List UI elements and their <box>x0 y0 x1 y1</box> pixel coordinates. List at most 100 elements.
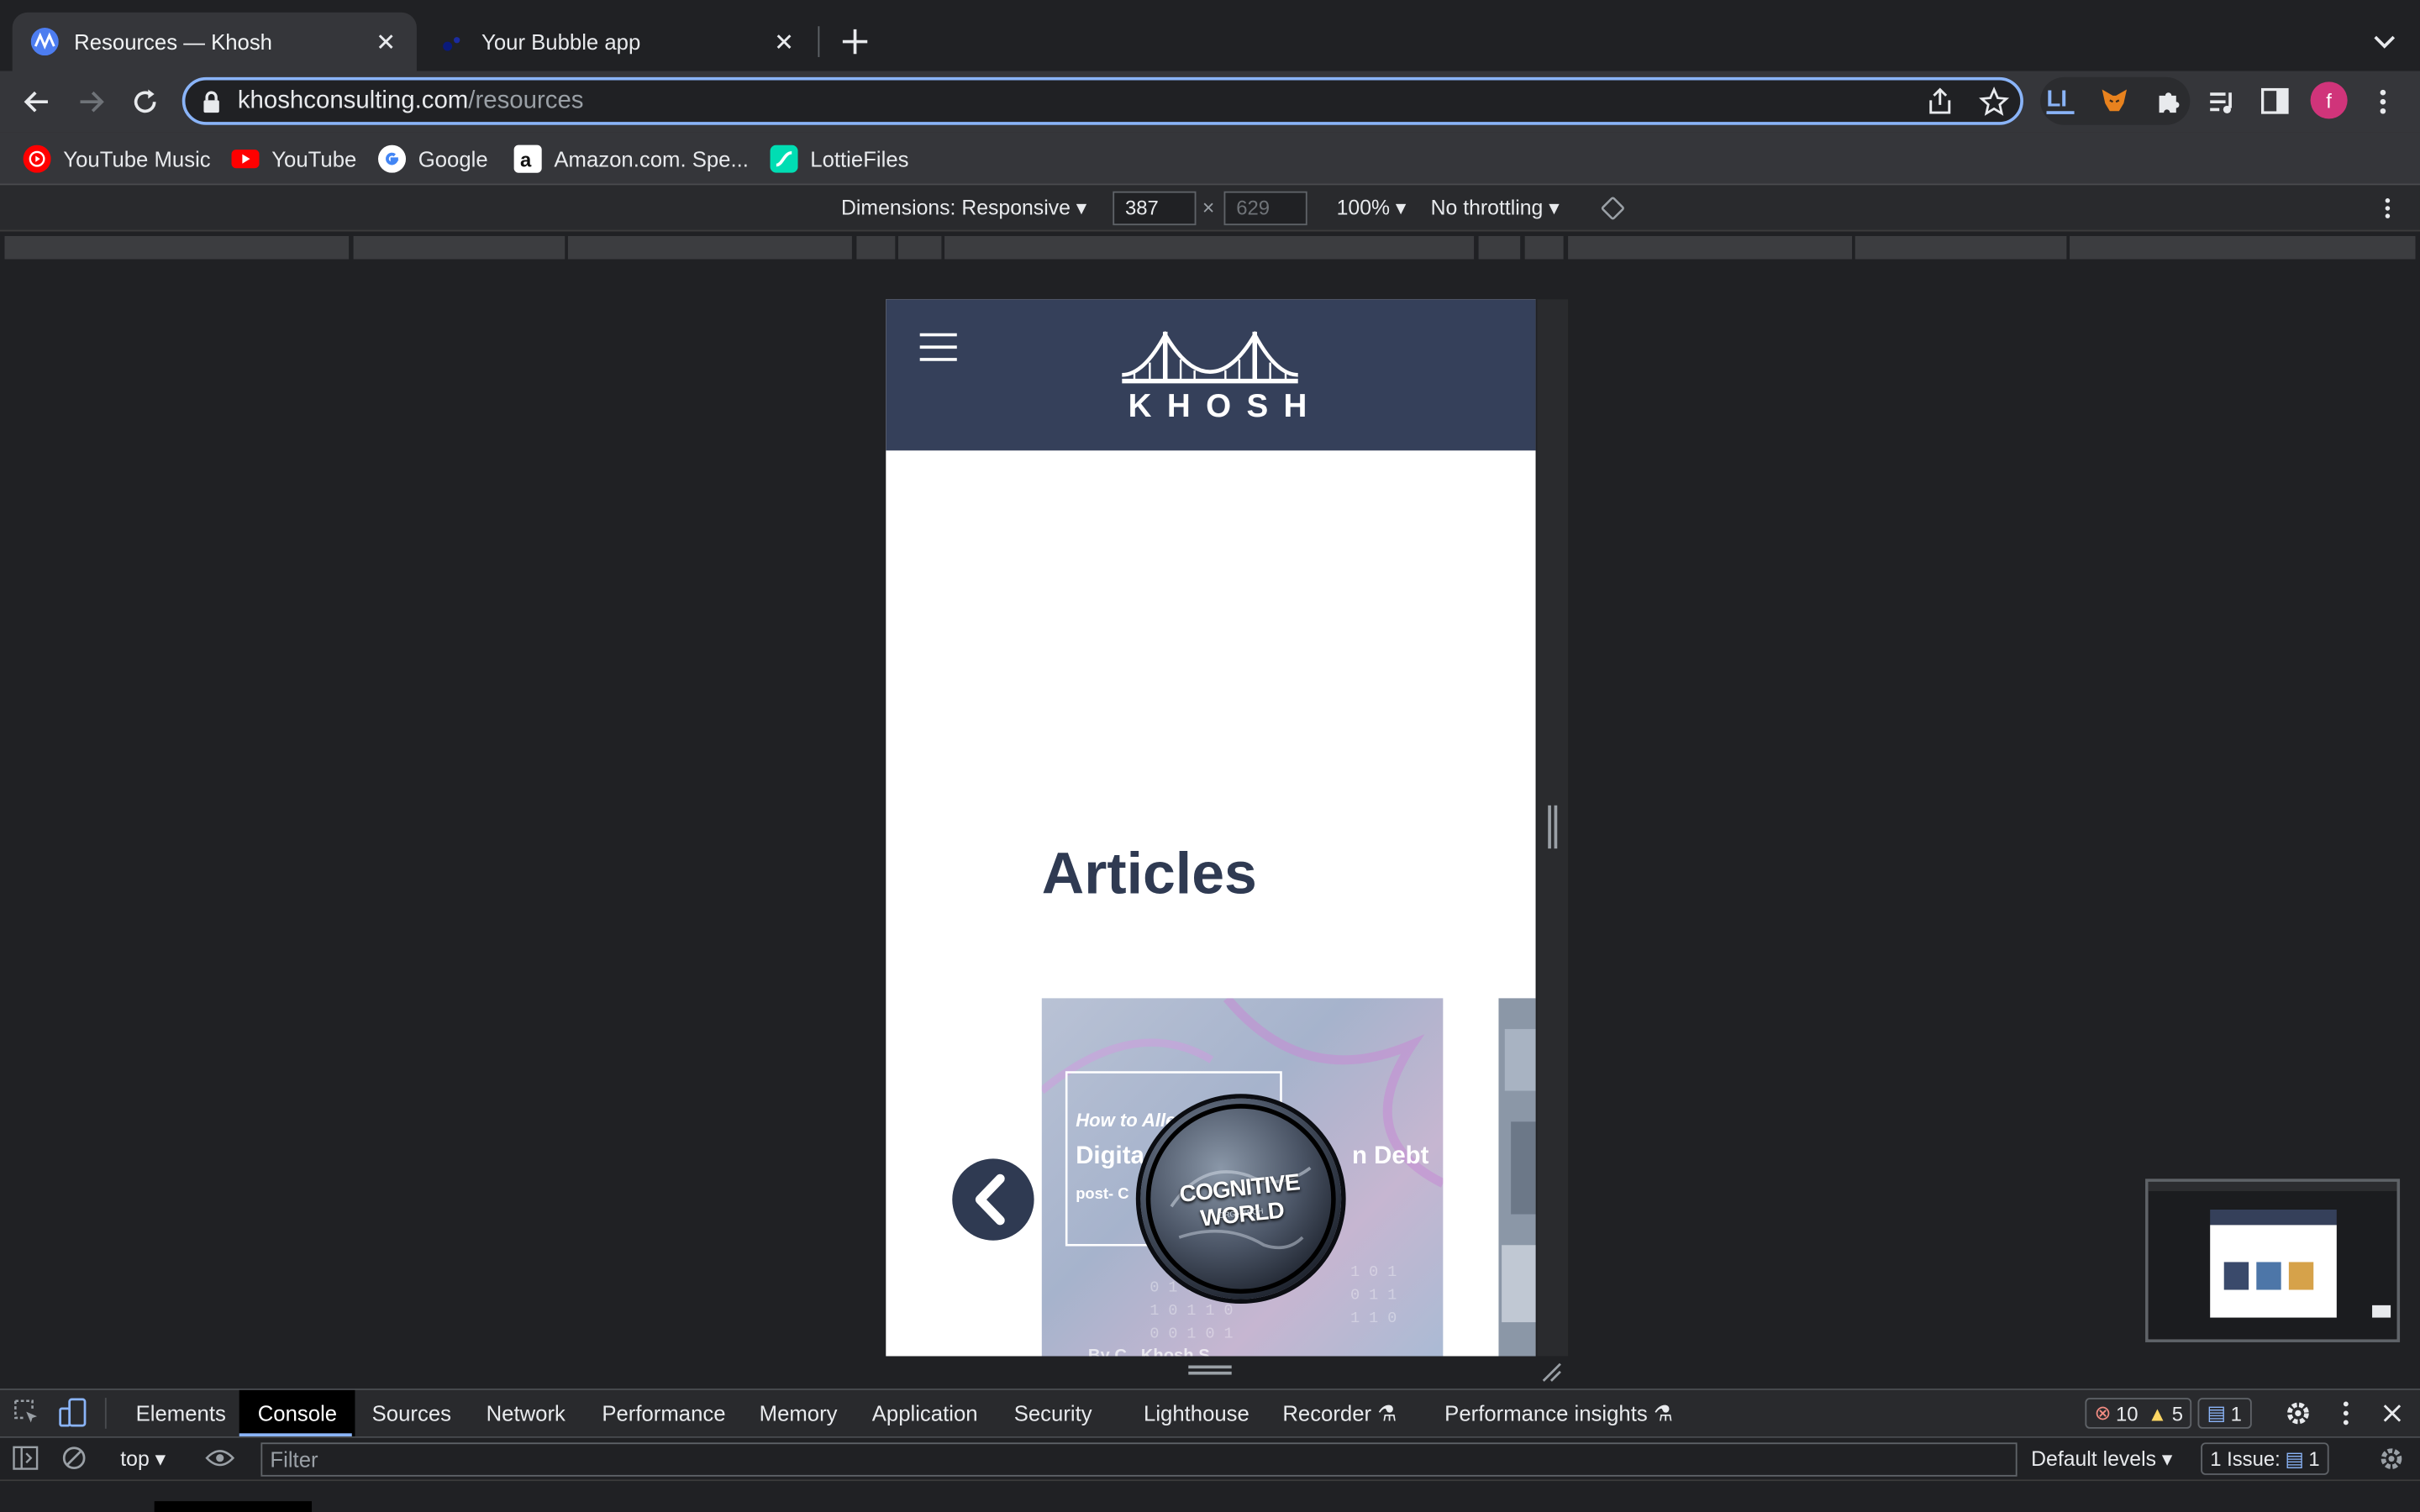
tab-title: Resources — Khosh <box>74 29 273 55</box>
svg-text:0 1 1: 0 1 1 <box>1350 1287 1397 1305</box>
article-card-partial[interactable] <box>1498 998 1536 1357</box>
tab-search-chevron-icon[interactable] <box>2370 28 2398 55</box>
devtools-tab-console[interactable]: Console <box>239 1389 356 1436</box>
bookmark-star-icon[interactable] <box>1979 87 2010 118</box>
emulated-page: KHOSH Articles 0 1 0 0 11 0 1 1 00 0 1 0… <box>886 299 1536 1357</box>
device-toggle-icon[interactable] <box>59 1398 87 1427</box>
log-levels-dropdown[interactable]: Default levels ▾ <box>2031 1447 2172 1472</box>
corner-resize-icon[interactable] <box>1540 1361 1562 1383</box>
lottiefiles-icon <box>770 144 798 173</box>
clear-console-icon[interactable] <box>61 1446 86 1470</box>
cognitive-world-badge: COGNITIVE WORLD ORG · TECH <box>1140 1098 1342 1299</box>
rotate-icon[interactable] <box>1601 196 1625 220</box>
tab-title: Your Bubble app <box>481 29 641 55</box>
context-selector[interactable]: top ▾ <box>120 1447 166 1472</box>
width-input[interactable]: 387 <box>1113 191 1197 226</box>
issues-counter[interactable]: 1 Issue: ▤ 1 <box>2201 1442 2329 1475</box>
devtools-tab-recorder[interactable]: Recorder ⚗ <box>1282 1401 1397 1427</box>
media-query-segment[interactable] <box>2070 236 2416 260</box>
media-query-segment[interactable] <box>353 236 566 260</box>
media-query-segment[interactable] <box>1524 236 1564 260</box>
media-controls-icon[interactable] <box>2207 87 2238 118</box>
live-expression-eye-icon[interactable] <box>205 1447 235 1469</box>
bookmark-label: LottieFiles <box>810 146 909 171</box>
dimensions-label: Dimensions: Responsive <box>841 196 1071 219</box>
url-text[interactable]: khoshconsulting.com/resources <box>238 88 584 116</box>
dimension-separator: × <box>1202 196 1215 219</box>
media-query-segment[interactable] <box>1478 236 1521 260</box>
bookmark-youtube-music[interactable]: YouTube Music <box>23 142 211 176</box>
browser-tab-resources[interactable]: Resources — Khosh <box>12 12 417 71</box>
dimensions-dropdown[interactable]: Dimensions: Responsive ▾ <box>841 196 1086 220</box>
svg-text:1 0 1 1 0: 1 0 1 1 0 <box>1150 1302 1233 1320</box>
console-filter-input[interactable]: Filter <box>260 1442 2018 1477</box>
youtube-icon <box>231 145 260 173</box>
devtools-tab-elements[interactable]: Elements <box>136 1401 226 1425</box>
bookmark-lottiefiles[interactable]: LottieFiles <box>770 142 909 176</box>
bookmark-google[interactable]: Google <box>377 142 488 176</box>
share-icon[interactable] <box>1926 87 1954 118</box>
message-counter[interactable]: ▤ 1 <box>2197 1398 2251 1429</box>
issues-label: 1 Issue: <box>2210 1446 2281 1471</box>
browser-tab-bubble[interactable]: Your Bubble app <box>420 13 815 71</box>
horizontal-resize-handle[interactable] <box>1548 805 1558 849</box>
back-icon[interactable] <box>22 87 53 118</box>
error-warning-counter[interactable]: ⊗ 10 ▲ 5 <box>2085 1398 2193 1429</box>
zoom-dropdown[interactable]: 100% ▾ <box>1337 196 1407 220</box>
bookmark-label: Amazon.com. Spe... <box>554 146 749 171</box>
devtools-more-icon[interactable] <box>2338 1399 2354 1427</box>
bookmark-amazon[interactable]: a Amazon.com. Spe... <box>513 142 749 176</box>
settings-gear-icon[interactable] <box>2284 1399 2312 1427</box>
lock-icon[interactable] <box>201 90 223 114</box>
devtools-tab-performance-insights[interactable]: Performance insights ⚗ <box>1444 1401 1673 1427</box>
experiment-flask-icon: ⚗ <box>1653 1400 1673 1426</box>
console-settings-gear-icon[interactable] <box>2378 1446 2404 1472</box>
devtools-tab-sources[interactable]: Sources <box>372 1401 451 1425</box>
media-query-segment[interactable] <box>4 236 350 260</box>
media-query-segment[interactable] <box>1568 236 1853 260</box>
media-query-segment[interactable] <box>1854 236 2067 260</box>
forward-icon[interactable] <box>76 87 107 118</box>
khosh-bridge-icon <box>30 28 59 56</box>
media-query-segment[interactable] <box>567 236 852 260</box>
card-footer: By C...Khosh S... <box>1087 1347 1224 1357</box>
new-tab-button[interactable] <box>838 24 871 58</box>
bookmark-youtube[interactable]: YouTube <box>231 142 356 176</box>
devtools-tab-security[interactable]: Security <box>1014 1401 1092 1425</box>
side-panel-icon[interactable] <box>2260 87 2289 114</box>
hamburger-menu-icon[interactable] <box>918 332 959 363</box>
devtools-tab-performance[interactable]: Performance <box>602 1401 725 1425</box>
close-tab-icon[interactable] <box>771 29 796 54</box>
profile-avatar[interactable]: f <box>2310 81 2348 119</box>
close-devtools-icon[interactable] <box>2381 1403 2403 1425</box>
vertical-resize-handle[interactable] <box>1188 1365 1232 1375</box>
inspect-element-icon[interactable] <box>14 1399 40 1425</box>
device-toolbar-more-icon[interactable] <box>2380 196 2395 220</box>
media-query-segment[interactable] <box>856 236 896 260</box>
throttling-label: No throttling <box>1430 196 1544 219</box>
console-sidebar-icon[interactable] <box>13 1446 39 1470</box>
chrome-menu-icon[interactable] <box>2374 87 2392 118</box>
height-input[interactable]: 629 <box>1223 191 1307 226</box>
devtools-tab-memory[interactable]: Memory <box>760 1401 838 1425</box>
media-query-segment[interactable] <box>944 236 1475 260</box>
close-tab-icon[interactable] <box>373 29 397 54</box>
url-path: /resources <box>468 87 584 114</box>
throttling-dropdown[interactable]: No throttling ▾ <box>1431 196 1560 220</box>
linkedin-helper-extension-icon[interactable]: LI <box>2046 87 2075 114</box>
metamask-fox-icon[interactable] <box>2099 85 2130 116</box>
warning-icon: ▲ <box>2147 1401 2168 1425</box>
reload-icon[interactable] <box>129 87 160 118</box>
extensions-puzzle-icon[interactable] <box>2153 87 2184 118</box>
carousel-prev-button[interactable] <box>952 1158 1034 1241</box>
google-icon <box>377 144 407 173</box>
devtools-tab-lighthouse[interactable]: Lighthouse <box>1144 1401 1249 1425</box>
youtube-music-icon <box>23 144 51 173</box>
devtools-tab-application[interactable]: Application <box>872 1401 978 1425</box>
error-count: 10 <box>2115 1401 2139 1425</box>
media-query-segment[interactable] <box>897 236 942 260</box>
page-preview-thumbnail[interactable] <box>2145 1179 2401 1342</box>
khosh-bridge-logo-icon[interactable] <box>1119 328 1302 393</box>
section-title: Articles <box>1041 842 1257 907</box>
devtools-tab-network[interactable]: Network <box>487 1401 566 1425</box>
